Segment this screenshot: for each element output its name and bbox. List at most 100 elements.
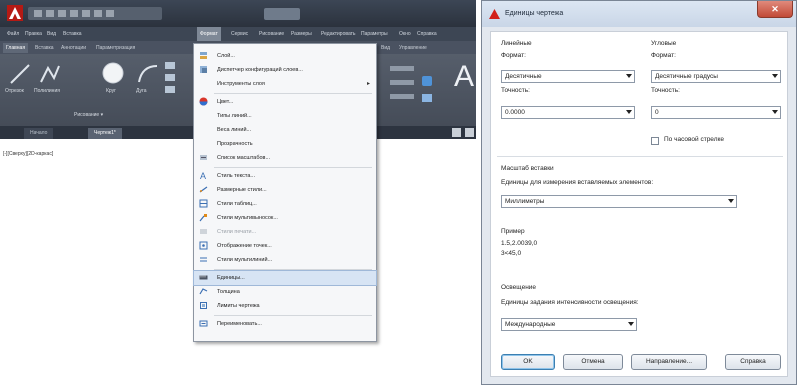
menu-item-plot-style: Стили печати... [194, 225, 376, 239]
arc-tool-icon[interactable] [136, 62, 160, 86]
ribbon-tab-annotate[interactable]: Аннотации [58, 43, 89, 53]
clockwise-checkbox[interactable] [651, 137, 659, 145]
menu-item-color[interactable]: Цвет... [194, 95, 376, 109]
linear-group-label: Линейные [501, 40, 532, 47]
drawing-units-dialog: Единицы чертежа ✕ Линейные Формат: Десят… [481, 0, 797, 385]
dim-style-icon [199, 186, 208, 193]
ribbon-tab-home[interactable]: Главная [3, 43, 29, 53]
menu-help[interactable]: Справка [414, 27, 440, 41]
insert-scale-group-label: Масштаб вставки [501, 165, 554, 172]
mleader-style-icon [199, 214, 207, 222]
lighting-units-select[interactable]: Международные [501, 318, 637, 331]
menu-insert[interactable]: Вставка [60, 27, 85, 41]
polyline-tool-icon[interactable] [38, 62, 62, 86]
linear-precision-select[interactable]: 0.0000 [501, 106, 635, 119]
viewport-controls-label[interactable]: [-][Сверху][2D-каркас] [3, 151, 53, 157]
menu-draw[interactable]: Рисование [256, 27, 287, 41]
menu-format[interactable]: Формат [197, 27, 221, 41]
menu-item-text-style[interactable]: A Стиль текста... [194, 169, 376, 183]
menu-item-limits[interactable]: Лимиты чертежа [194, 299, 376, 313]
sample-output-label: Пример [501, 228, 525, 235]
help-button[interactable]: Справка [725, 354, 781, 370]
insert-scale-units-label: Единицы для измерения вставляемых элемен… [501, 179, 654, 186]
lighting-units-label: Единицы задания интенсивности освещения: [501, 299, 639, 306]
quick-access-toolbar[interactable] [28, 7, 162, 20]
menu-bar: Файл Правка Вид Вставка Формат Сервис Ри… [0, 27, 476, 41]
angular-precision-select[interactable]: 0 [651, 106, 781, 119]
rectangle-tool-icon[interactable] [165, 62, 175, 69]
ribbon-tab-view[interactable]: Вид [378, 43, 393, 53]
menu-tools[interactable]: Сервис [228, 27, 251, 41]
menu-item-units[interactable]: Единицы... [193, 270, 377, 286]
menu-item-thickness[interactable]: Толщина [194, 285, 376, 299]
layer-dropdown[interactable] [390, 66, 414, 71]
gradient-tool-icon[interactable] [165, 86, 175, 93]
save-as-icon[interactable] [70, 10, 78, 17]
menu-separator [214, 93, 372, 94]
cancel-button[interactable]: Отмена [563, 354, 623, 370]
menu-item-rename[interactable]: Переименовать... [194, 317, 376, 331]
linetype-dropdown[interactable] [390, 94, 414, 99]
table-style-icon [199, 199, 208, 208]
menu-modify[interactable]: Редактировать [318, 27, 359, 41]
menu-item-lineweight[interactable]: Веса линий... [194, 123, 376, 137]
clockwise-label[interactable]: По часовой стрелке [664, 136, 724, 143]
menu-edit[interactable]: Правка [22, 27, 45, 41]
undo-icon[interactable] [94, 10, 102, 17]
menu-window[interactable]: Окно [396, 27, 414, 41]
line-tool-icon[interactable] [8, 62, 32, 86]
viewport-icon[interactable] [465, 128, 474, 137]
chevron-down-icon [626, 110, 632, 114]
doc-tab-drawing1[interactable]: Чертеж1* [88, 128, 122, 139]
direction-button[interactable]: Направление... [631, 354, 707, 370]
linear-format-select[interactable]: Десятичные [501, 70, 635, 83]
menu-item-table-style[interactable]: Стили таблиц... [194, 197, 376, 211]
menu-item-layer-tools[interactable]: Инструменты слоя ▸ [194, 77, 376, 91]
layout-toggle-icon[interactable] [452, 128, 461, 137]
menu-separator [214, 315, 372, 316]
menu-item-layer[interactable]: Слой... [194, 49, 376, 63]
menu-item-mline-style[interactable]: Стили мультилиний... [194, 253, 376, 267]
match-properties-icon[interactable] [422, 76, 432, 86]
ribbon-tab-parametric[interactable]: Параметризация [93, 43, 138, 53]
menu-item-layer-states[interactable]: Диспетчер конфигураций слоев... [194, 63, 376, 77]
menu-parametric[interactable]: Параметры [358, 27, 391, 41]
insert-scale-units-select[interactable]: Миллиметры [501, 195, 737, 208]
menu-item-scale-list[interactable]: Список масштабов... [194, 151, 376, 165]
ribbon-tab-manage[interactable]: Управление [396, 43, 430, 53]
circle-tool-icon[interactable] [100, 60, 126, 86]
list-icon[interactable] [422, 94, 432, 102]
limits-icon [200, 302, 207, 309]
menu-file[interactable]: Файл [4, 27, 22, 41]
search-box[interactable] [264, 8, 300, 20]
menu-item-mleader-style[interactable]: Стили мультивыносок... [194, 211, 376, 225]
chevron-down-icon [772, 74, 778, 78]
open-icon[interactable] [46, 10, 54, 17]
new-icon[interactable] [34, 10, 42, 17]
menu-item-point-style[interactable]: Отображение точек... [194, 239, 376, 253]
draw-panel-label[interactable]: Рисование ▾ [74, 112, 103, 118]
menu-item-transparency[interactable]: Прозрачность [194, 137, 376, 151]
ok-button[interactable]: OK [501, 354, 555, 370]
color-dropdown[interactable] [390, 80, 414, 85]
save-icon[interactable] [58, 10, 66, 17]
menu-view[interactable]: Вид [44, 27, 59, 41]
doc-tab-start[interactable]: Начало [24, 128, 54, 139]
redo-icon[interactable] [106, 10, 114, 17]
angular-format-select[interactable]: Десятичные градусы [651, 70, 781, 83]
menu-item-linetype[interactable]: Типы линий... [194, 109, 376, 123]
sample-output-line1: 1.5,2.0039,0 [501, 240, 538, 247]
close-button[interactable]: ✕ [757, 1, 793, 18]
line-tool-label: Отрезок [5, 88, 24, 94]
angular-format-label: Формат: [651, 52, 676, 59]
text-tool-icon[interactable]: A [450, 56, 476, 96]
menu-dimension[interactable]: Размеры [288, 27, 315, 41]
linear-precision-label: Точность: [501, 87, 530, 94]
menu-separator [214, 269, 372, 270]
hatch-tool-icon[interactable] [165, 74, 175, 81]
ribbon-tab-insert[interactable]: Вставка [32, 43, 57, 53]
dialog-title: Единицы чертежа [505, 10, 564, 17]
autocad-logo-icon[interactable] [7, 5, 23, 21]
menu-item-dim-style[interactable]: Размерные стили... [194, 183, 376, 197]
print-icon[interactable] [82, 10, 90, 17]
